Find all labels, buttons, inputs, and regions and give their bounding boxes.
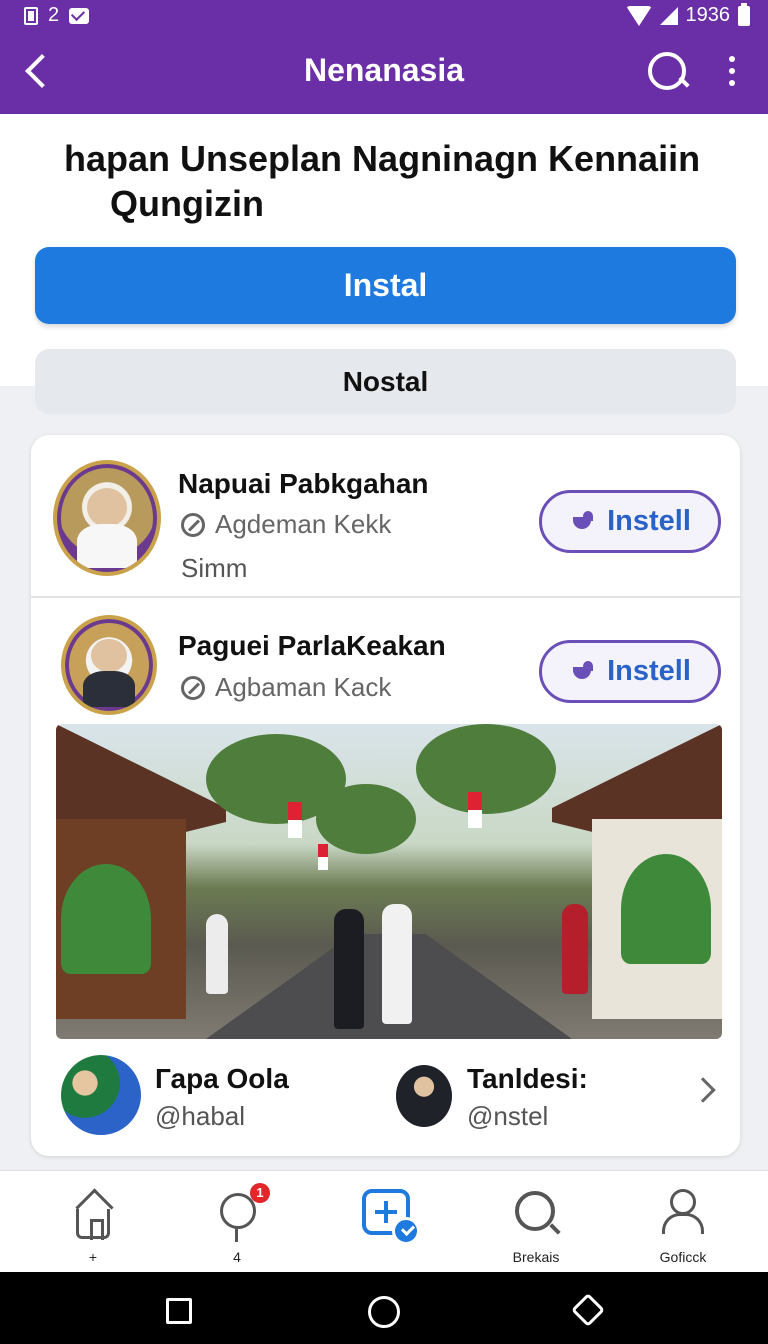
battery-icon (738, 2, 750, 26)
ban-icon (181, 675, 205, 700)
list-item[interactable]: Napuai Pabkgahan Agdeman Kekk Simm Inste… (31, 435, 740, 598)
install-button[interactable]: Instal (35, 247, 736, 324)
user-name[interactable]: Гара Oola (155, 1063, 289, 1095)
item-subtitle: Agbaman Kack (181, 672, 391, 703)
system-home-icon[interactable] (368, 1296, 400, 1328)
status-left: 2 (24, 4, 90, 27)
nav-label: + (88, 1249, 98, 1265)
status-time: 1936 (685, 4, 731, 26)
user-row: Гара Oola @habal Tanldesi: @nstel (31, 1047, 740, 1152)
user-name[interactable]: Tanldesi: (467, 1063, 588, 1095)
user-handle: @nstel (467, 1101, 549, 1131)
user-handle: @habal (155, 1101, 246, 1131)
instell-button-label: Instell (607, 505, 691, 537)
chevron-right-icon[interactable] (690, 1077, 716, 1103)
sim-icon (24, 6, 38, 25)
profile-icon (662, 1189, 704, 1235)
nav-label: Goficck (659, 1249, 707, 1265)
ban-icon (181, 512, 205, 537)
status-right: 1936 (625, 2, 750, 27)
village-photo (56, 724, 722, 1039)
avatar[interactable] (61, 1055, 141, 1135)
system-back-icon[interactable] (571, 1293, 605, 1327)
signal-icon (659, 6, 678, 25)
page-title-line1: hapan Unseplan Nagninagn Kennaiin (64, 138, 701, 179)
page-title: hapan Unseplan Nagninagn Kennaiin Qungiz… (64, 136, 724, 226)
app-list-card: Napuai Pabkgahan Agdeman Kekk Simm Inste… (31, 435, 740, 1156)
instell-button-label: Instell (607, 655, 691, 687)
status-bar: 2 1936 (0, 0, 768, 30)
bird-icon (569, 510, 597, 533)
instell-button[interactable]: Instell (539, 640, 721, 703)
page-title-line2: Qungizin (110, 183, 264, 224)
home-icon (76, 1209, 110, 1240)
nav-home[interactable]: + (38, 1187, 148, 1267)
recent-apps-icon[interactable] (166, 1298, 192, 1324)
item-subtitle: Agdeman Kekk (181, 509, 391, 540)
nav-label: Brekais (512, 1249, 560, 1265)
app-bar: Nenanasia (0, 30, 768, 114)
instell-button[interactable]: Instell (539, 490, 721, 553)
nav-label: 4 (233, 1249, 241, 1265)
system-navigation-bar (0, 1272, 768, 1344)
nav-messages[interactable]: 1 4 (182, 1183, 292, 1267)
secondary-install-button[interactable]: Nostal (35, 349, 736, 414)
nav-profile[interactable]: Goficck (628, 1187, 738, 1267)
nav-search[interactable]: Brekais (481, 1187, 591, 1267)
avatar (61, 615, 157, 715)
mail-icon (69, 7, 90, 24)
item-name: Napuai Pabkgahan (178, 468, 429, 499)
search-icon (515, 1191, 555, 1231)
avatar (53, 460, 161, 576)
wifi-icon (625, 5, 652, 26)
item-subtitle-text: Agbaman Kack (215, 672, 392, 702)
status-left-text: 2 (48, 4, 60, 26)
item-name: Paguei ParlaKeakan (178, 630, 446, 661)
bird-icon (569, 660, 597, 683)
item-subtitle-text: Agdeman Kekk (215, 509, 392, 539)
check-icon (392, 1217, 420, 1245)
page-header: hapan Unseplan Nagninagn Kennaiin Qungiz… (0, 114, 768, 386)
item-extra: Simm (181, 553, 248, 583)
search-icon[interactable] (644, 48, 690, 94)
notification-badge: 1 (250, 1183, 270, 1203)
list-item[interactable]: Paguei ParlaKeakan Agbaman Kack Instell (31, 600, 740, 720)
bottom-navigation: + 1 4 Brekais Goficck (0, 1170, 768, 1272)
avatar[interactable] (396, 1065, 452, 1127)
nav-add[interactable] (334, 1187, 444, 1267)
more-options-icon[interactable] (722, 56, 742, 92)
